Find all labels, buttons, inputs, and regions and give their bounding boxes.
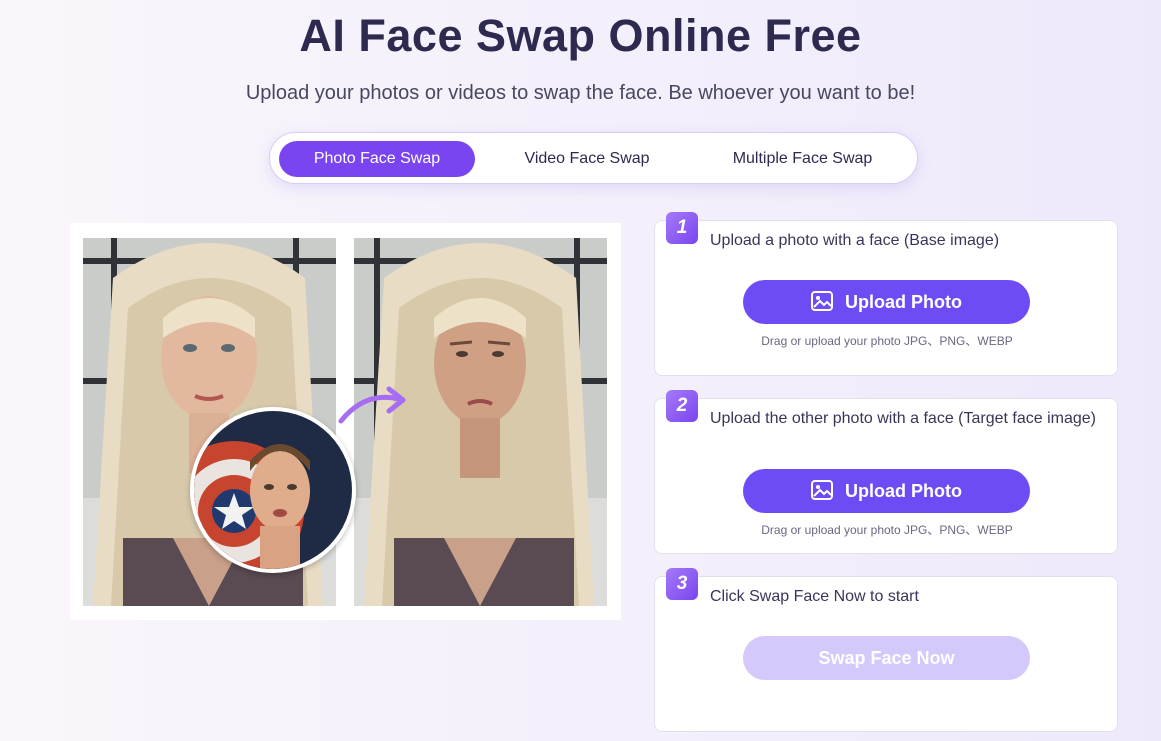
step-instruction: Upload a photo with a face (Base image): [710, 232, 1000, 249]
tab-photo-face-swap[interactable]: Photo Face Swap: [279, 141, 475, 177]
example-preview: [70, 223, 621, 620]
swap-arrow-icon: [338, 386, 406, 424]
image-icon: [811, 291, 833, 312]
image-icon: [811, 480, 833, 501]
step-instruction: Upload the other photo with a face (Targ…: [710, 410, 1096, 427]
page-title: AI Face Swap Online Free: [299, 10, 862, 61]
tab-multiple-face-swap[interactable]: Multiple Face Swap: [700, 141, 905, 177]
upload-hint: Drag or upload your photo JPG、PNG、WEBP: [761, 523, 1013, 537]
tab-video-face-swap[interactable]: Video Face Swap: [492, 141, 682, 177]
step-number-badge: 3: [666, 568, 698, 600]
step-card-base-image[interactable]: 1 Upload a photo with a face (Base image…: [654, 212, 1118, 376]
upload-base-photo-button[interactable]: Upload Photo: [743, 280, 1030, 324]
step-number-badge: 1: [666, 212, 698, 244]
upload-target-photo-button[interactable]: Upload Photo: [743, 469, 1030, 513]
source-face-image: [190, 407, 356, 573]
page-subtitle: Upload your photos or videos to swap the…: [245, 82, 916, 104]
upload-button-label: Upload Photo: [845, 292, 962, 312]
step-card-swap: 3 Click Swap Face Now to start Swap Face…: [654, 568, 1118, 732]
step-number-badge: 2: [666, 390, 698, 422]
step-instruction: Click Swap Face Now to start: [710, 588, 919, 605]
swap-face-now-button[interactable]: Swap Face Now: [743, 636, 1030, 680]
step-card-target-face[interactable]: 2 Upload the other photo with a face (Ta…: [654, 390, 1118, 554]
mode-tabs: Photo Face Swap Video Face Swap Multiple…: [269, 132, 918, 184]
upload-button-label: Upload Photo: [845, 481, 962, 501]
upload-hint: Drag or upload your photo JPG、PNG、WEBP: [761, 334, 1013, 348]
